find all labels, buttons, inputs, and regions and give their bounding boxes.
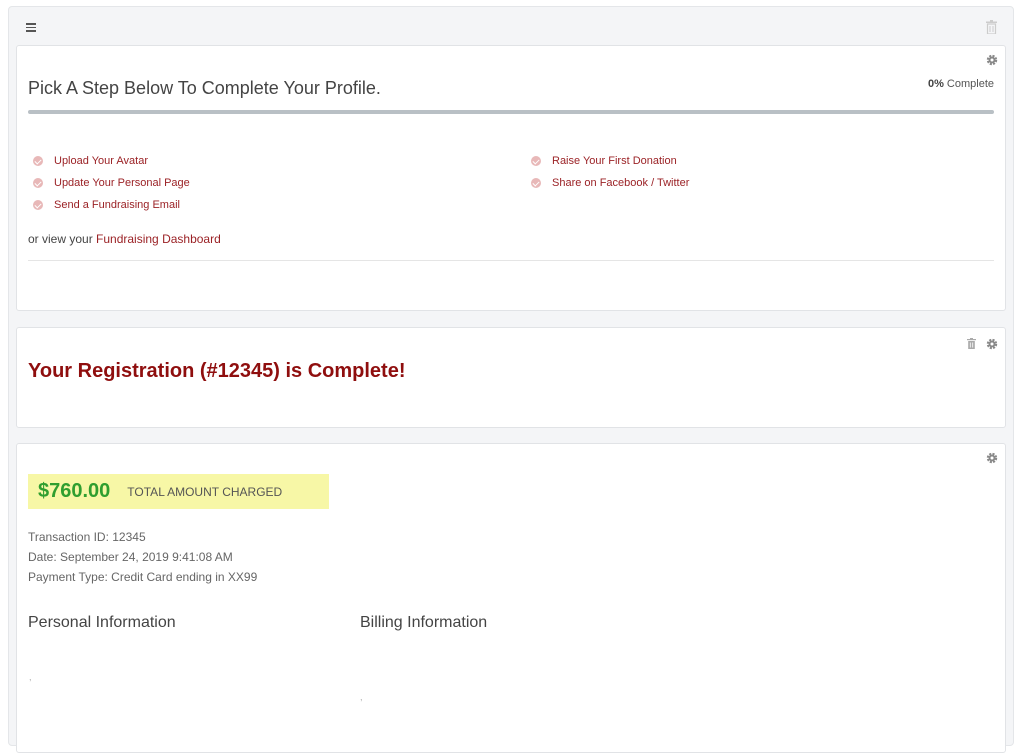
total-charged-box: $760.00 TOTAL AMOUNT CHARGED <box>28 474 329 509</box>
gear-icon[interactable] <box>986 452 998 464</box>
step-label: Upload Your Avatar <box>54 155 148 167</box>
step-send-fundraising-email[interactable]: Send a Fundraising Email <box>33 194 190 216</box>
transaction-date: Date: September 24, 2019 9:41:08 AM <box>28 550 233 564</box>
billing-information-value: , <box>360 692 363 702</box>
registration-panel: Your Registration (#12345) is Complete! <box>16 327 1006 428</box>
profile-steps-panel: Pick A Step Below To Complete Your Profi… <box>16 45 1006 311</box>
page-container: Pick A Step Below To Complete Your Profi… <box>8 6 1014 753</box>
check-circle-icon <box>33 156 43 166</box>
top-toolbar <box>9 7 1013 45</box>
gear-icon[interactable] <box>986 54 998 66</box>
trash-icon[interactable] <box>986 20 997 34</box>
payment-panel: $760.00 TOTAL AMOUNT CHARGED Transaction… <box>16 443 1006 753</box>
transaction-id: Transaction ID: 12345 <box>28 530 146 544</box>
steps-left: Upload Your Avatar Update Your Personal … <box>33 150 190 216</box>
payment-type: Payment Type: Credit Card ending in XX99 <box>28 570 258 584</box>
check-circle-icon <box>531 178 541 188</box>
step-raise-first-donation[interactable]: Raise Your First Donation <box>531 150 689 172</box>
total-amount: $760.00 <box>38 480 111 502</box>
registration-complete-title: Your Registration (#12345) is Complete! <box>28 360 406 382</box>
step-label: Share on Facebook / Twitter <box>552 177 690 189</box>
step-label: Raise Your First Donation <box>552 155 677 167</box>
billing-information-heading: Billing Information <box>360 614 488 631</box>
completion-percent: 0% Complete <box>928 78 994 90</box>
gear-icon[interactable] <box>986 338 998 350</box>
profile-title: Pick A Step Below To Complete Your Profi… <box>28 78 381 98</box>
percent-suffix: Complete <box>943 78 994 90</box>
transaction-details: Transaction ID: 12345 Date: September 24… <box>28 527 257 587</box>
hamburger-icon[interactable] <box>26 23 36 32</box>
trash-icon[interactable] <box>967 338 976 349</box>
divider <box>28 260 994 261</box>
personal-information-heading: Personal Information <box>28 614 176 631</box>
step-update-personal-page[interactable]: Update Your Personal Page <box>33 172 190 194</box>
personal-information-value: , <box>29 672 32 682</box>
steps-right: Raise Your First Donation Share on Faceb… <box>531 150 689 194</box>
step-upload-avatar[interactable]: Upload Your Avatar <box>33 150 190 172</box>
dashboard-prefix: or view your <box>28 232 97 246</box>
profile-progress-bar <box>28 110 994 114</box>
percent-value: 0% <box>927 78 944 90</box>
step-share-social[interactable]: Share on Facebook / Twitter <box>531 172 689 194</box>
fundraising-dashboard-link[interactable]: Fundraising Dashboard <box>96 232 221 246</box>
check-circle-icon <box>33 178 43 188</box>
dashboard-line: or view your Fundraising Dashboard <box>28 232 221 246</box>
check-circle-icon <box>531 156 541 166</box>
total-amount-label: TOTAL AMOUNT CHARGED <box>127 484 283 499</box>
check-circle-icon <box>33 200 43 210</box>
step-label: Update Your Personal Page <box>54 177 190 189</box>
step-label: Send a Fundraising Email <box>54 199 180 211</box>
